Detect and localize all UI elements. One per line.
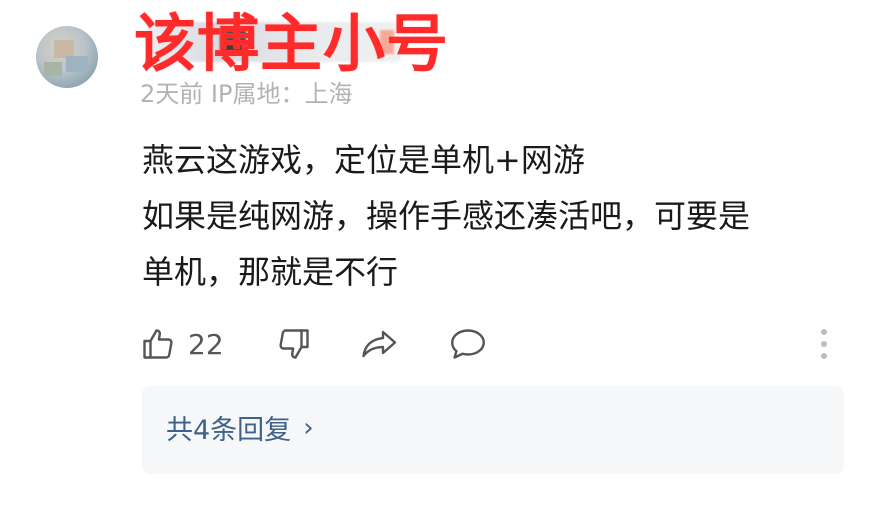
comment-icon — [451, 329, 485, 359]
view-replies-link[interactable]: 共4条回复 › — [166, 408, 314, 447]
like-button[interactable]: 22 — [140, 320, 224, 368]
comment-line: 燕云这游戏，定位是单机+网游 — [142, 141, 585, 179]
like-count: 22 — [188, 327, 224, 361]
comment-line: 如果是纯网游，操作手感还凑活吧，可要是 — [142, 197, 751, 235]
thumbs-down-icon — [279, 329, 309, 359]
comment-meta: 2天前 IP属地：上海 — [140, 80, 353, 108]
avatar-pixel — [44, 62, 62, 76]
share-button[interactable] — [360, 320, 400, 368]
more-options-button[interactable] — [812, 324, 836, 364]
chevron-right-icon: › — [303, 412, 314, 443]
comment-body: 燕云这游戏，定位是单机+网游 如果是纯网游，操作手感还凑活吧，可要是 单机，那就… — [142, 132, 862, 300]
avatar-pixel — [66, 56, 88, 72]
action-bar: 22 — [140, 320, 840, 368]
replies-panel: 共4条回复 › — [142, 386, 844, 474]
overlay-caption: 该博主小号 — [134, 7, 450, 80]
reply-button[interactable] — [448, 320, 488, 368]
share-icon — [362, 330, 397, 358]
more-vertical-icon — [821, 329, 827, 335]
more-vertical-icon — [821, 353, 827, 359]
comment-line: 单机，那就是不行 — [142, 253, 399, 291]
thumbs-up-icon — [143, 329, 173, 359]
avatar[interactable] — [36, 26, 98, 88]
dislike-button[interactable] — [276, 320, 312, 368]
more-vertical-icon — [821, 341, 827, 347]
replies-count-label: 共4条回复 — [166, 415, 292, 446]
